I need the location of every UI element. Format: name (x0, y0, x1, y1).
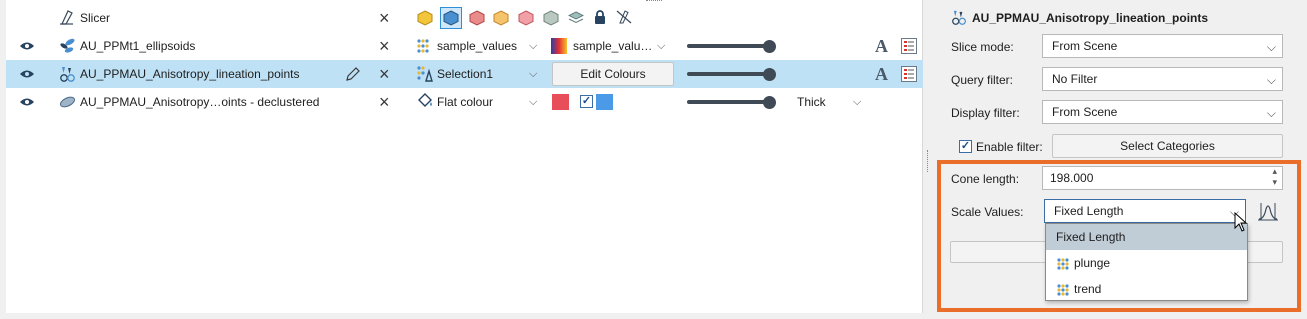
object-name: AU_PPMt1_ellipsoids (80, 39, 196, 53)
legend-list-icon[interactable] (901, 66, 917, 82)
enable-filter-checkbox[interactable]: ✓ (959, 140, 972, 153)
slicer-off-icon[interactable] (616, 9, 632, 25)
splitter-grip[interactable] (646, 0, 662, 3)
scale-option-plunge[interactable]: plunge (1046, 250, 1247, 276)
enable-filter-label: Enable filter: (976, 140, 1043, 154)
remove-object-button[interactable]: × (379, 37, 390, 55)
remove-object-button[interactable]: × (379, 65, 390, 83)
mouse-cursor-icon (1234, 212, 1248, 232)
values-dots-icon (1057, 284, 1069, 296)
scale-values-label: Scale Values: (951, 205, 1024, 219)
query-filter-value: No Filter (1052, 72, 1098, 86)
select-categories-button[interactable]: Select Categories (1052, 134, 1283, 158)
object-row-declustered[interactable]: AU_PPMAU_Anisotropy…oints - declustered … (6, 88, 923, 116)
chevron-down-icon[interactable]: ⌵ (529, 68, 537, 81)
properties-title: AU_PPMAU_Anisotropy_lineation_points (972, 11, 1209, 25)
pencil-icon[interactable] (345, 66, 361, 82)
line-style-select[interactable]: Thick (797, 95, 826, 109)
edit-colours-button[interactable]: Edit Colours (552, 62, 674, 86)
slice-cube-grey-icon[interactable] (543, 10, 559, 26)
eye-icon[interactable] (19, 69, 35, 79)
slice-mode-select[interactable]: From Scene ⌵ (1042, 34, 1283, 58)
label-text-icon[interactable]: A (875, 64, 888, 85)
colour-map-swatch (551, 38, 567, 54)
slice-layers-icon[interactable] (568, 10, 584, 26)
opacity-slider-handle[interactable] (763, 68, 776, 81)
objects-list-panel: Slicer × AU_PPMt1_ellipsoids × sample_va… (6, 0, 923, 313)
opacity-slider[interactable] (687, 100, 772, 104)
option-label: Fixed Length (1056, 230, 1126, 244)
panel-splitter-grip[interactable] (927, 150, 930, 172)
opacity-slider-handle[interactable] (763, 96, 776, 109)
paint-bucket-icon (418, 93, 432, 107)
query-filter-label: Query filter: (951, 73, 1014, 87)
object-name: AU_PPMAU_Anisotropy_lineation_points (80, 67, 300, 81)
remove-object-button[interactable]: × (379, 93, 390, 111)
slice-cube-blue-icon (443, 10, 459, 26)
label-text-icon[interactable]: A (875, 36, 888, 57)
scale-values-dropdown: Fixed Length plunge trend (1045, 223, 1248, 301)
opacity-slider[interactable] (687, 44, 772, 48)
secondary-colour-swatch[interactable] (596, 94, 613, 110)
chevron-down-icon[interactable]: ⌵ (657, 40, 665, 53)
slicer-label: Slicer (80, 11, 111, 25)
values-dots-icon (417, 39, 429, 53)
colour-by-select[interactable]: sample_values (437, 39, 517, 53)
selection-icon (417, 66, 433, 82)
values-dots-icon (1057, 258, 1069, 270)
spin-up-icon[interactable]: ▴ (1272, 166, 1277, 176)
chevron-down-icon: ⌵ (1266, 73, 1276, 87)
secondary-colour-checkbox[interactable]: ✓ (580, 95, 593, 108)
display-filter-select[interactable]: From Scene ⌵ (1042, 100, 1283, 124)
slice-mode-value: From Scene (1052, 39, 1118, 53)
ellipsoids-icon (60, 38, 75, 53)
scale-values-value: Fixed Length (1054, 204, 1124, 218)
slice-cube-yellow-icon[interactable] (417, 10, 433, 26)
lineation-points-icon (952, 10, 966, 25)
display-filter-value: From Scene (1052, 105, 1118, 119)
cone-length-label: Cone length: (951, 172, 1020, 186)
scale-values-select[interactable]: Fixed Length ⌵ (1044, 199, 1246, 223)
colour-by-select[interactable]: Selection1 (437, 67, 493, 81)
slice-cube-pink-icon[interactable] (518, 10, 534, 26)
scale-option-fixed-length[interactable]: Fixed Length (1046, 224, 1247, 250)
object-row-lineation-points[interactable]: AU_PPMAU_Anisotropy_lineation_points × S… (6, 60, 923, 88)
slice-cube-red-icon[interactable] (469, 10, 485, 26)
distribution-curve-icon[interactable] (1257, 201, 1279, 221)
colour-map-select[interactable]: sample_valu… (573, 39, 652, 53)
chevron-down-icon[interactable]: ⌵ (853, 96, 861, 109)
scale-option-trend[interactable]: trend (1046, 276, 1247, 302)
object-row-ellipsoids[interactable]: AU_PPMt1_ellipsoids × sample_values ⌵ sa… (6, 32, 923, 60)
slice-mode-active-button[interactable] (440, 7, 462, 29)
legend-list-icon[interactable] (901, 38, 917, 54)
opacity-slider-handle[interactable] (763, 40, 776, 53)
slice-cube-orange-icon[interactable] (493, 10, 509, 26)
chevron-down-icon: ⌵ (1266, 40, 1276, 54)
slicer-remove-button[interactable]: × (379, 9, 390, 27)
slicer-row: Slicer × (6, 4, 923, 32)
disc-points-icon (59, 96, 76, 108)
option-label: trend (1074, 282, 1102, 296)
eye-icon[interactable] (19, 41, 35, 51)
lineation-points-icon (60, 67, 75, 82)
display-filter-label: Display filter: (951, 106, 1020, 120)
eye-icon[interactable] (19, 97, 35, 107)
object-name: AU_PPMAU_Anisotropy…oints - declustered (80, 95, 320, 109)
chevron-down-icon[interactable]: ⌵ (529, 96, 537, 109)
flat-colour-swatch[interactable] (552, 94, 569, 110)
slicer-icon (60, 10, 73, 25)
chevron-down-icon[interactable]: ⌵ (529, 40, 537, 53)
spin-down-icon[interactable]: ▾ (1272, 177, 1277, 187)
chevron-down-icon: ⌵ (1266, 106, 1276, 120)
colour-by-select[interactable]: Flat colour (437, 95, 493, 109)
query-filter-select[interactable]: No Filter ⌵ (1042, 67, 1283, 91)
lock-icon[interactable] (592, 9, 608, 25)
option-label: plunge (1074, 256, 1111, 270)
cone-length-value: 198.000 (1050, 171, 1094, 185)
cone-length-spinbox[interactable]: 198.000 ▴ ▾ (1042, 166, 1283, 190)
slice-mode-label: Slice mode: (951, 40, 1014, 54)
opacity-slider[interactable] (687, 72, 772, 76)
